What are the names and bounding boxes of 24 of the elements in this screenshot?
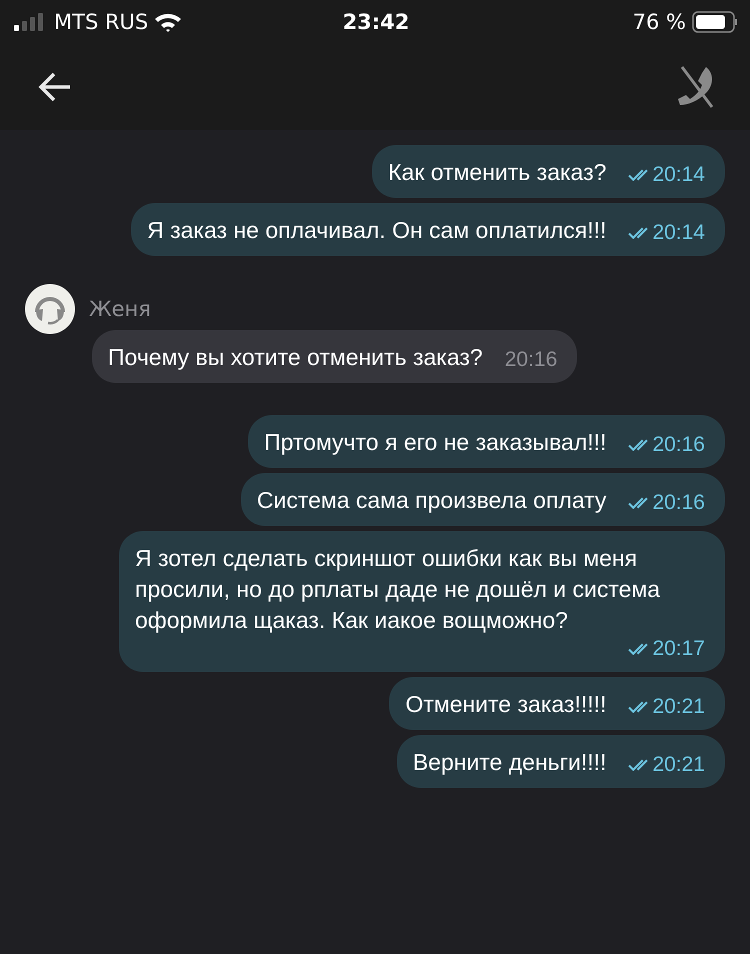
- message-text: Система сама произвела оплату: [256, 486, 606, 515]
- message-time: 20:14: [652, 162, 705, 188]
- message-text: Почему вы хотите отменить заказ?: [108, 343, 483, 372]
- message-time: 20:17: [652, 636, 705, 662]
- phone-crossed-icon[interactable]: [676, 65, 716, 109]
- message-text: Как отменить заказ?: [388, 158, 606, 187]
- battery-percent: 76 %: [632, 10, 686, 34]
- sender-name: Женя: [89, 297, 151, 321]
- wifi-icon: [154, 12, 182, 32]
- message-text: Я зотел сделать скриншот ошибки как вы меня просили, но до рплаты даде не дошёл и система оформила щаказ. Как иакое вощможно?: [135, 544, 662, 635]
- message-text: Я заказ не оплачивал. Он сам оплатился!!!: [147, 216, 606, 245]
- back-arrow-icon[interactable]: [38, 72, 72, 102]
- message-text: Отмените заказ!!!!!: [405, 690, 606, 719]
- status-time: 23:42: [342, 10, 410, 34]
- battery-icon: [692, 11, 738, 33]
- message-text: Пртомучто я его не заказывал!!!: [264, 428, 606, 457]
- message-time: 20:14: [652, 220, 705, 246]
- message-time: 20:21: [652, 694, 705, 720]
- carrier-name: MTS RUS: [54, 10, 148, 34]
- message-text: Верните деньги!!!!: [412, 748, 606, 777]
- message-time: 20:16: [652, 432, 705, 458]
- message-time: 20:16: [652, 490, 705, 516]
- message-time: 20:16: [504, 347, 558, 373]
- message-time: 20:21: [652, 752, 705, 778]
